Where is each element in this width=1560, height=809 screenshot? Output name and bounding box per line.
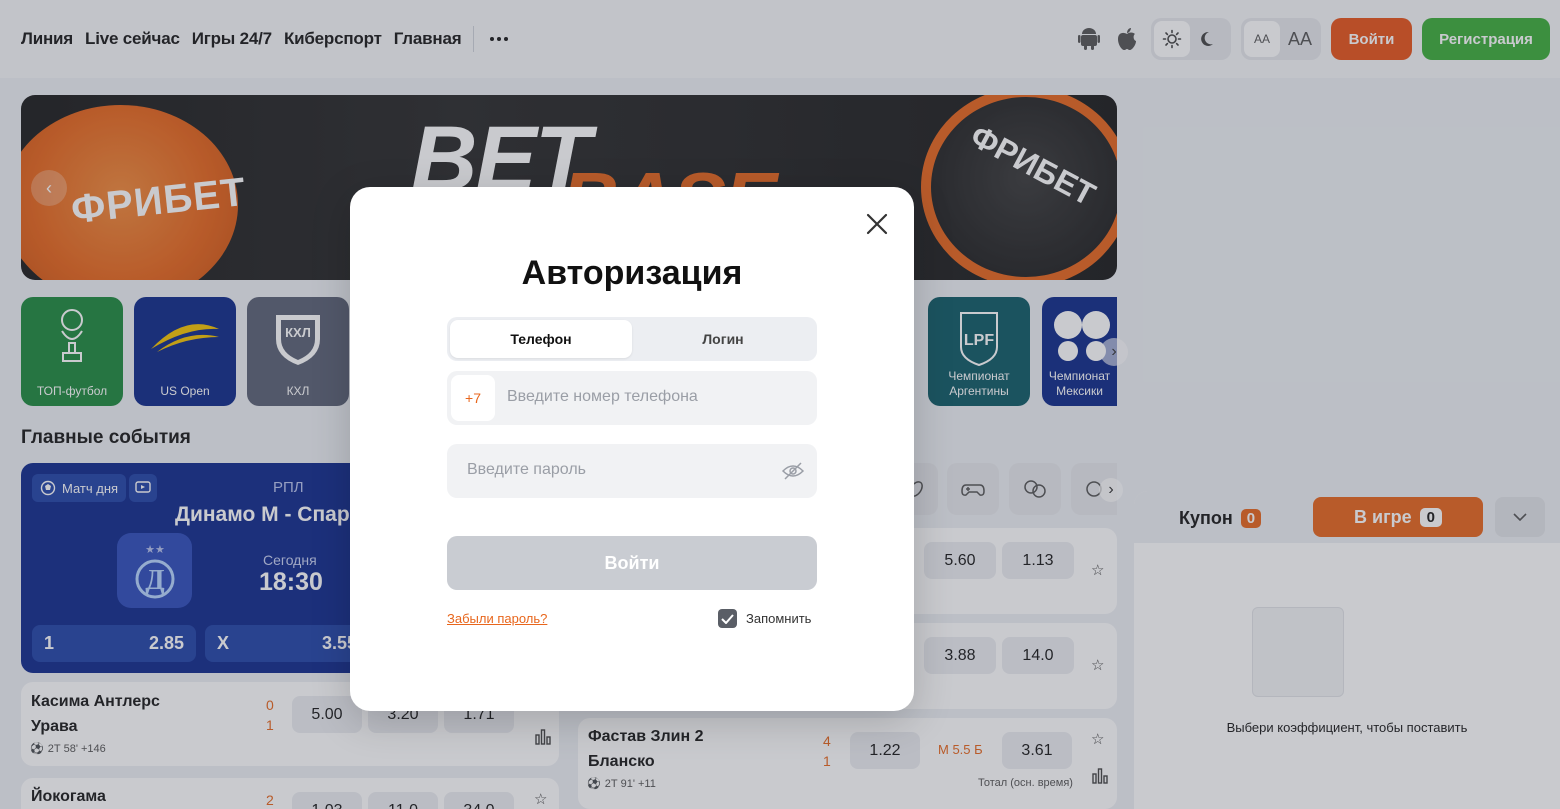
close-icon[interactable] xyxy=(864,211,890,237)
forgot-password-link[interactable]: Забыли пароль? xyxy=(447,611,547,626)
country-code[interactable]: +7 xyxy=(451,375,495,421)
phone-field: +7 xyxy=(447,371,817,425)
password-input[interactable] xyxy=(467,461,767,479)
password-field xyxy=(447,444,817,498)
modal-title: Авторизация xyxy=(521,254,743,292)
eye-off-icon[interactable] xyxy=(781,461,805,486)
submit-login-button[interactable]: Войти xyxy=(447,536,817,590)
checkbox-checked-icon[interactable] xyxy=(718,609,737,628)
tab-phone[interactable]: Телефон xyxy=(450,320,632,358)
auth-modal: Авторизация Телефон Логин +7 Войти Забыл… xyxy=(350,187,914,711)
tab-login[interactable]: Логин xyxy=(632,320,814,358)
phone-input[interactable] xyxy=(507,388,797,406)
remember-me-checkbox[interactable]: Запомнить xyxy=(718,609,811,628)
auth-method-tabs: Телефон Логин xyxy=(447,317,817,361)
